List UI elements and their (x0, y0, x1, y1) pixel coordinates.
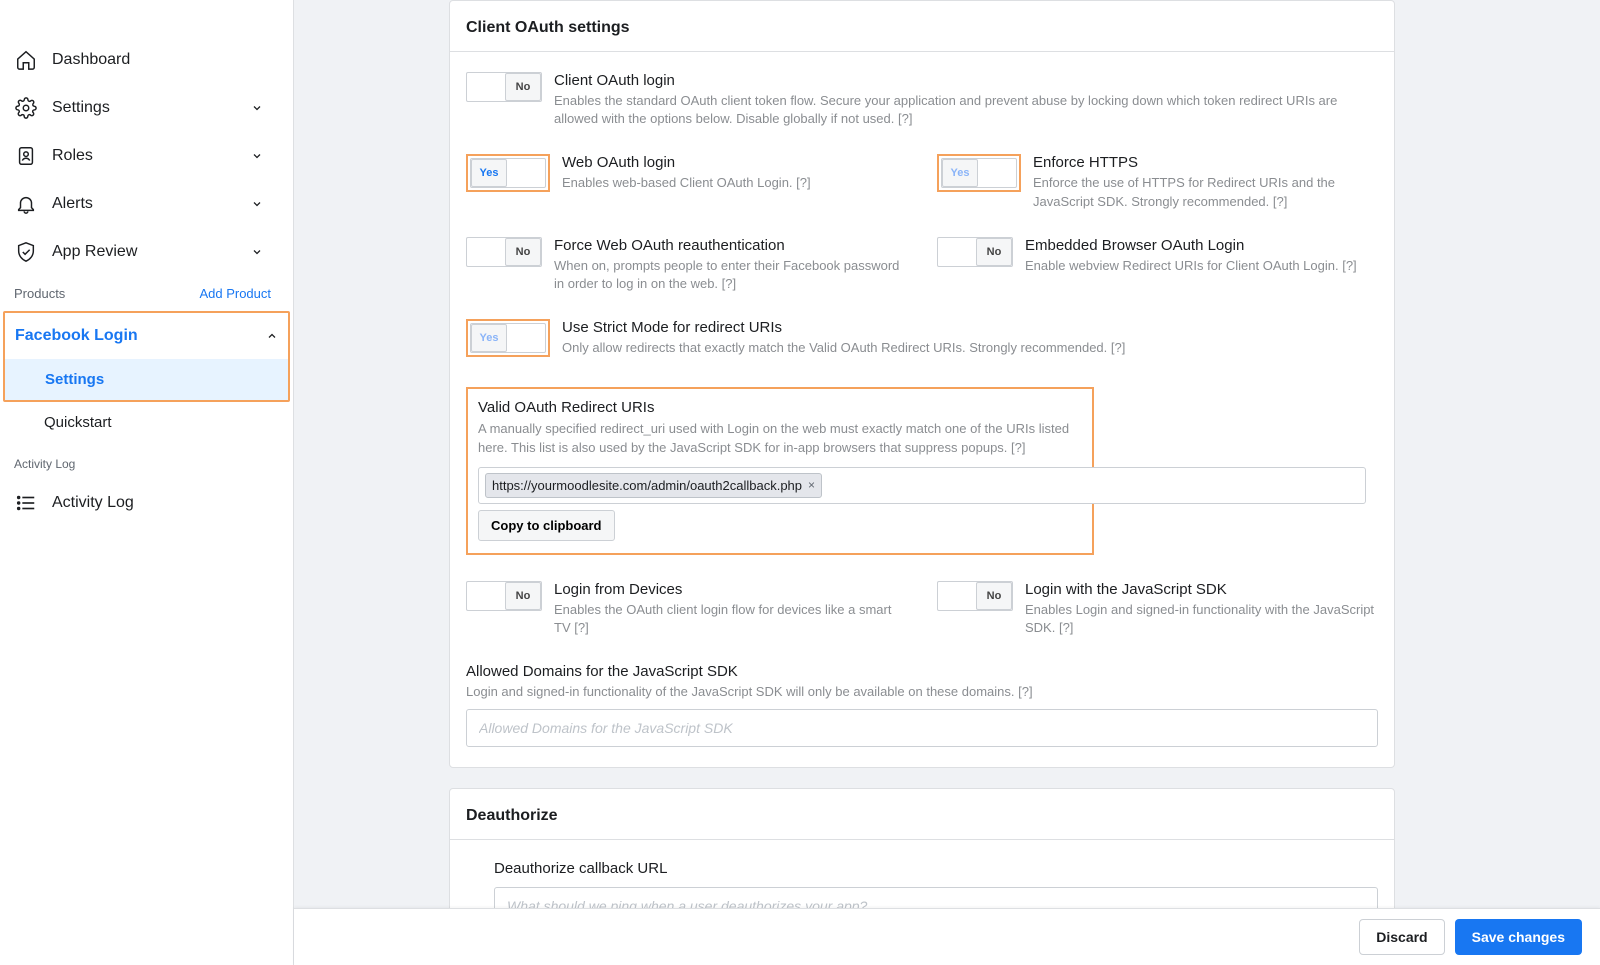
toggle-strict-mode[interactable]: Yes (470, 323, 546, 353)
setting-desc: Only allow redirects that exactly match … (562, 339, 1378, 357)
toggle-highlight: Yes (937, 154, 1021, 192)
nav-label: Activity Log (52, 494, 134, 512)
toggle-handle-yes: Yes (942, 159, 978, 187)
setting-embedded-browser: No Embedded Browser OAuth Login Enable w… (937, 237, 1378, 293)
toggle-handle-yes: Yes (471, 159, 507, 187)
footer-bar: Discard Save changes (294, 908, 1600, 965)
card-client-oauth: Client OAuth settings No Client OAuth lo… (449, 0, 1395, 768)
setting-desc: When on, prompts people to enter their F… (554, 257, 907, 293)
chevron-down-icon (251, 150, 263, 162)
setting-desc: Enables Login and signed-in functionalit… (1025, 601, 1378, 637)
setting-desc: Enables the standard OAuth client token … (554, 92, 1378, 128)
toggle-handle-no: No (976, 238, 1012, 266)
setting-force-reauth: No Force Web OAuth reauthentication When… (466, 237, 907, 293)
main-content: Client OAuth settings No Client OAuth lo… (294, 0, 1600, 965)
setting-title: Force Web OAuth reauthentication (554, 237, 907, 254)
toggle-login-devices[interactable]: No (466, 581, 542, 611)
setting-desc: Enables web-based Client OAuth Login. [?… (562, 174, 907, 192)
redirect-uris-desc: A manually specified redirect_uri used w… (478, 420, 1082, 456)
toggle-force-reauth[interactable]: No (466, 237, 542, 267)
nav-roles[interactable]: Roles (0, 132, 293, 180)
redirect-uri-chip: https://yourmoodlesite.com/admin/oauth2c… (485, 473, 822, 498)
setting-desc: Enables the OAuth client login flow for … (554, 601, 907, 637)
gear-icon (14, 96, 38, 120)
allowed-domains-title: Allowed Domains for the JavaScript SDK (466, 663, 1378, 680)
product-sub-settings[interactable]: Settings (5, 359, 288, 400)
section-redirect-uris: Valid OAuth Redirect URIs A manually spe… (466, 383, 1378, 554)
nav-activity-log[interactable]: Activity Log (0, 479, 293, 527)
setting-desc: Enable webview Redirect URIs for Client … (1025, 257, 1378, 275)
toggle-handle-no: No (505, 238, 541, 266)
setting-desc: Enforce the use of HTTPS for Redirect UR… (1033, 174, 1378, 210)
list-icon (14, 491, 38, 515)
setting-title: Enforce HTTPS (1033, 154, 1378, 171)
nav-label: Alerts (52, 195, 93, 213)
setting-title: Web OAuth login (562, 154, 907, 171)
activity-log-header: Activity Log (0, 443, 293, 479)
sidebar: Dashboard Settings Roles Alerts App Revi… (0, 0, 294, 965)
save-changes-button[interactable]: Save changes (1455, 919, 1582, 955)
add-product-link[interactable]: Add Product (199, 286, 279, 301)
product-sub-quickstart[interactable]: Quickstart (0, 402, 293, 443)
products-label: Products (14, 286, 65, 301)
toggle-web-oauth[interactable]: Yes (470, 158, 546, 188)
setting-login-devices: No Login from Devices Enables the OAuth … (466, 581, 907, 637)
product-facebook-login-highlight: Facebook Login Settings (3, 311, 290, 402)
toggle-handle-yes: Yes (471, 324, 507, 352)
toggle-embedded-browser[interactable]: No (937, 237, 1013, 267)
badge-icon (14, 144, 38, 168)
nav-label: App Review (52, 243, 137, 261)
setting-title: Login from Devices (554, 581, 907, 598)
redirect-uris-highlight: Valid OAuth Redirect URIs A manually spe… (466, 387, 1094, 554)
chevron-up-icon (266, 330, 278, 342)
setting-login-jssdk: No Login with the JavaScript SDK Enables… (937, 581, 1378, 637)
toggle-handle-no: No (505, 73, 541, 101)
redirect-uris-title: Valid OAuth Redirect URIs (478, 399, 1082, 416)
toggle-handle-no: No (505, 582, 541, 610)
toggle-highlight: Yes (466, 154, 550, 192)
card-header: Deauthorize (450, 789, 1394, 840)
nav-dashboard[interactable]: Dashboard (0, 36, 293, 84)
setting-client-oauth-login: No Client OAuth login Enables the standa… (466, 72, 1378, 128)
nav-alerts[interactable]: Alerts (0, 180, 293, 228)
chip-text: https://yourmoodlesite.com/admin/oauth2c… (492, 478, 802, 493)
toggle-highlight: Yes (466, 319, 550, 357)
nav-app-review[interactable]: App Review (0, 228, 293, 276)
chevron-down-icon (251, 102, 263, 114)
product-facebook-login[interactable]: Facebook Login (5, 313, 288, 359)
setting-web-oauth: Yes Web OAuth login Enables web-based Cl… (466, 154, 907, 210)
toggle-handle-no: No (976, 582, 1012, 610)
copy-to-clipboard-button[interactable]: Copy to clipboard (478, 510, 615, 541)
setting-enforce-https: Yes Enforce HTTPS Enforce the use of HTT… (937, 154, 1378, 210)
nav-settings[interactable]: Settings (0, 84, 293, 132)
nav-label: Settings (52, 99, 110, 117)
shield-check-icon (14, 240, 38, 264)
deauth-callback-title: Deauthorize callback URL (494, 860, 1378, 877)
house-icon (14, 48, 38, 72)
setting-title: Use Strict Mode for redirect URIs (562, 319, 1378, 336)
product-label-text: Facebook Login (15, 327, 138, 345)
toggle-enforce-https[interactable]: Yes (941, 158, 1017, 188)
nav-label: Dashboard (52, 51, 130, 69)
toggle-client-oauth[interactable]: No (466, 72, 542, 102)
bell-icon (14, 192, 38, 216)
card-header: Client OAuth settings (450, 1, 1394, 52)
setting-strict-mode: Yes Use Strict Mode for redirect URIs On… (466, 319, 1378, 357)
chip-remove-icon[interactable]: × (808, 478, 815, 492)
allowed-domains-desc: Login and signed-in functionality of the… (466, 684, 1378, 699)
setting-title: Login with the JavaScript SDK (1025, 581, 1378, 598)
chevron-down-icon (251, 246, 263, 258)
toggle-login-jssdk[interactable]: No (937, 581, 1013, 611)
nav-label: Roles (52, 147, 93, 165)
redirect-uris-input[interactable]: https://yourmoodlesite.com/admin/oauth2c… (478, 467, 1366, 504)
setting-title: Embedded Browser OAuth Login (1025, 237, 1378, 254)
discard-button[interactable]: Discard (1359, 919, 1444, 955)
chevron-down-icon (251, 198, 263, 210)
setting-title: Client OAuth login (554, 72, 1378, 89)
section-allowed-domains: Allowed Domains for the JavaScript SDK L… (466, 663, 1378, 747)
products-header: Products Add Product (0, 276, 293, 311)
allowed-domains-input[interactable] (466, 709, 1378, 747)
